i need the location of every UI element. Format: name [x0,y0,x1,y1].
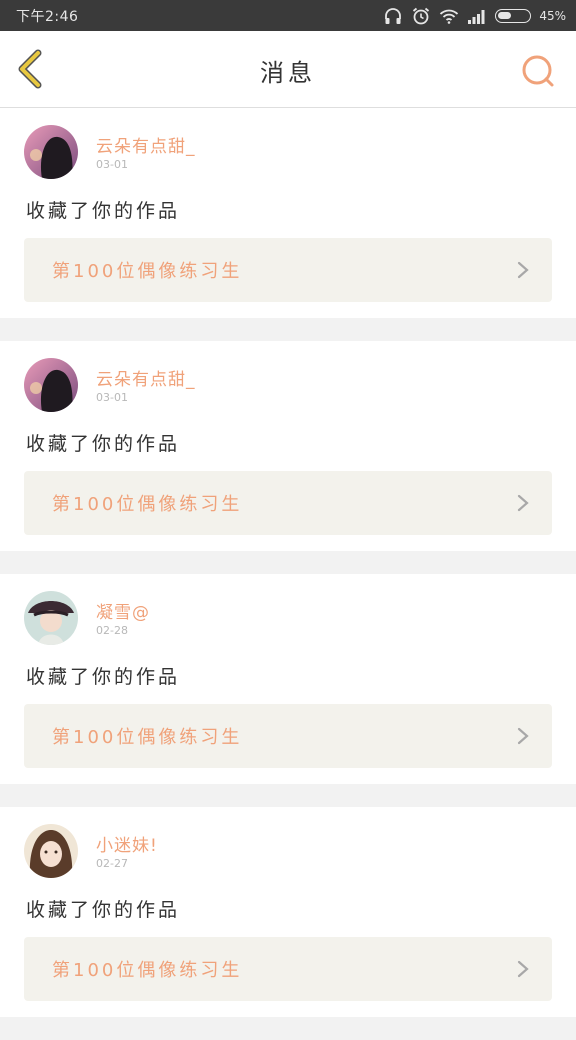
status-icons: 45% [383,5,566,27]
message-date: 03-01 [96,158,128,171]
chevron-right-icon [517,960,529,978]
chevron-right-icon [517,727,529,745]
status-time: 下午2:46 [16,9,79,25]
battery-percent: 45% [539,9,566,23]
alarm-icon [413,7,430,25]
message-date: 02-28 [96,624,128,637]
battery-icon [495,9,532,23]
message-text: 收藏了你的作品 [26,899,181,921]
message-card: 小迷妹! 02-27 收藏了你的作品 第100位偶像练习生 [0,807,576,1017]
signal-icon [468,10,485,24]
work-link[interactable]: 第100位偶像练习生 [24,471,552,535]
battery-level [498,12,512,19]
header: 消息 [0,31,576,108]
message-text: 收藏了你的作品 [26,433,181,455]
message-text: 收藏了你的作品 [26,200,181,222]
work-title: 第100位偶像练习生 [52,727,243,748]
work-title: 第100位偶像练习生 [52,261,243,282]
search-button[interactable] [520,53,556,89]
message-date: 02-27 [96,857,128,870]
search-icon [522,55,554,87]
message-card: 云朵有点甜_ 03-01 收藏了你的作品 第100位偶像练习生 [0,341,576,551]
chevron-right-icon [517,261,529,279]
username[interactable]: 小迷妹! [96,831,158,856]
avatar[interactable] [24,824,78,878]
message-card: 凝雪@ 02-28 收藏了你的作品 第100位偶像练习生 [0,574,576,784]
chevron-right-icon [517,494,529,512]
username[interactable]: 云朵有点甜_ [96,132,196,157]
wifi-icon [440,9,459,24]
username[interactable]: 凝雪@ [96,598,150,623]
message-card: 云朵有点甜_ 03-01 收藏了你的作品 第100位偶像练习生 [0,108,576,318]
work-link[interactable]: 第100位偶像练习生 [24,704,552,768]
message-text: 收藏了你的作品 [26,666,181,688]
status-bar: 下午2:46 45% [0,0,576,31]
avatar[interactable] [24,358,78,412]
work-link[interactable]: 第100位偶像练习生 [24,238,552,302]
page-title: 消息 [260,59,316,87]
message-list: 云朵有点甜_ 03-01 收藏了你的作品 第100位偶像练习生 云朵有点甜_ 0… [0,108,576,1040]
avatar[interactable] [24,125,78,179]
work-title: 第100位偶像练习生 [52,960,243,981]
message-date: 03-01 [96,391,128,404]
headphones-icon [385,8,402,24]
username[interactable]: 云朵有点甜_ [96,365,196,390]
work-title: 第100位偶像练习生 [52,494,243,515]
work-link[interactable]: 第100位偶像练习生 [24,937,552,1001]
avatar[interactable] [24,591,78,645]
